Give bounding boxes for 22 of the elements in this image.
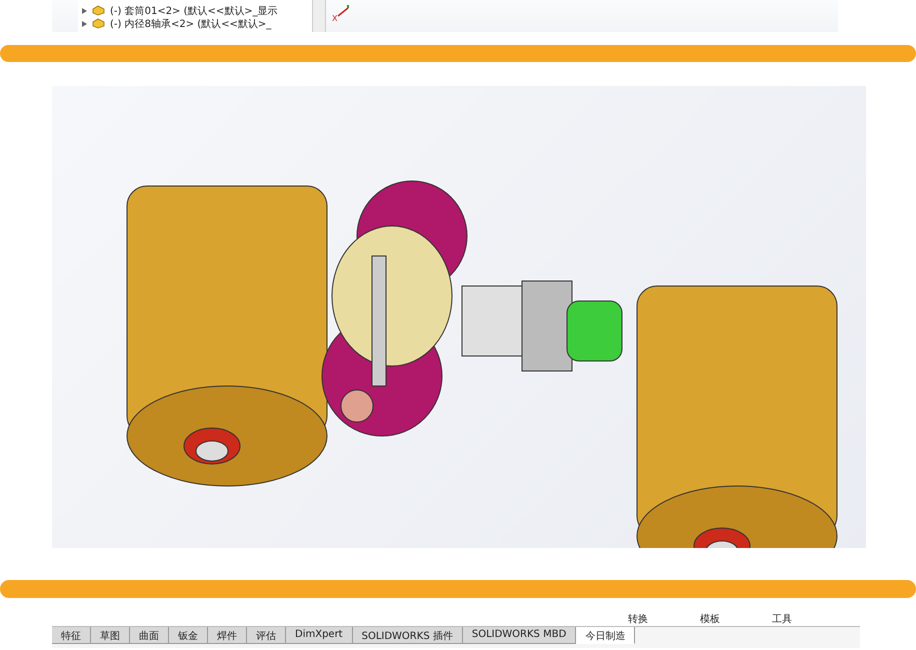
ribbon-button-label[interactable]: 工具 xyxy=(772,612,792,626)
expand-icon[interactable] xyxy=(82,20,87,26)
ribbon-tab[interactable]: DimXpert xyxy=(286,627,353,644)
part-icon xyxy=(92,5,105,16)
part-icon xyxy=(92,18,105,29)
ribbon-tab[interactable]: 曲面 xyxy=(130,627,169,644)
ribbon-tab[interactable]: 今日制造 xyxy=(576,627,636,644)
scrollbar[interactable] xyxy=(312,0,326,32)
ribbon-tab[interactable]: 草图 xyxy=(91,627,130,644)
ribbon-tab[interactable]: 焊件 xyxy=(208,627,247,644)
expand-icon[interactable] xyxy=(82,8,87,14)
axis-arrow-icon xyxy=(336,4,350,18)
ribbon-tab[interactable]: SOLIDWORKS MBD xyxy=(462,627,576,644)
tree-item-label[interactable]: (-) 套筒01<2> (默认<<默认>_显示 xyxy=(110,4,278,18)
ribbon-button-label[interactable]: 转换 xyxy=(628,612,648,626)
ribbon-tab[interactable]: 评估 xyxy=(247,627,286,644)
ribbon-tab[interactable]: 钣金 xyxy=(169,627,208,644)
ribbon-tab[interactable]: SOLIDWORKS 插件 xyxy=(352,627,463,644)
ribbon-tab[interactable]: 特征 xyxy=(52,627,91,644)
ribbon-button-label[interactable]: 模板 xyxy=(700,612,720,626)
tree-item-label[interactable]: (-) 内径8轴承<2> (默认<<默认>_ xyxy=(110,16,272,30)
axis-label: X xyxy=(332,14,338,23)
